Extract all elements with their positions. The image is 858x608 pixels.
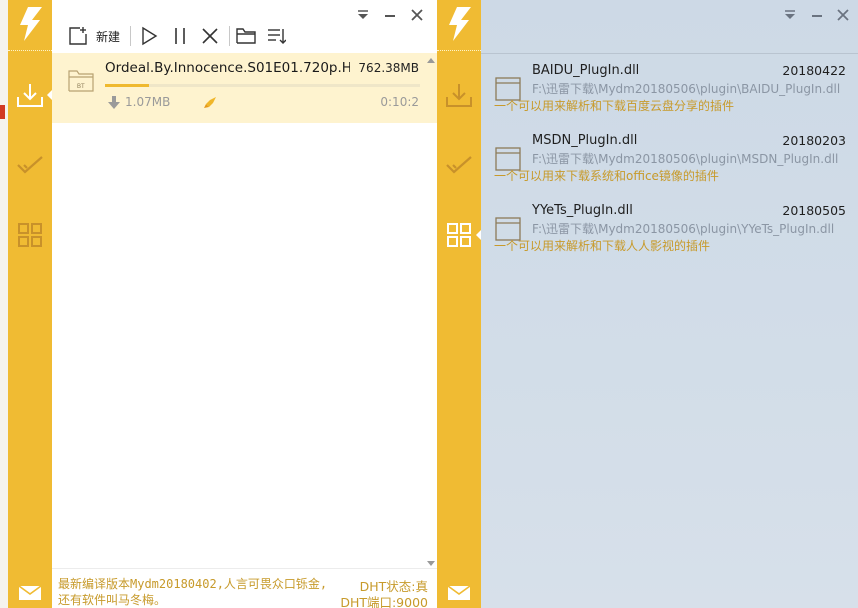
download-speed: 1.07MB [125, 95, 171, 109]
scroll-up-icon[interactable] [427, 58, 435, 63]
plugin-date: 20180422 [782, 63, 846, 78]
new-task-button[interactable]: 新建 [68, 24, 120, 48]
download-icon [446, 84, 472, 107]
toolbar-separator [229, 26, 230, 46]
sidebar-divider [8, 50, 52, 51]
delete-button[interactable] [200, 24, 220, 48]
plugin-name: MSDN_PlugIn.dll [532, 133, 638, 148]
sidebar-item-completed[interactable] [437, 143, 481, 187]
sidebar-item-completed[interactable] [8, 143, 52, 187]
toolbar: 新建 [52, 0, 437, 52]
dropdown-icon[interactable] [783, 8, 797, 22]
bt-file-icon: BT [68, 70, 94, 92]
plugin-name: YYeTs_PlugIn.dll [532, 203, 633, 218]
new-task-label: 新建 [96, 29, 121, 44]
background-window-edge [0, 0, 8, 608]
mail-icon[interactable] [18, 584, 42, 602]
download-file-name: Ordeal.By.Innocence.S01E01.720p.H... [105, 60, 350, 76]
sidebar-item-downloading[interactable] [8, 73, 53, 117]
plugin-description: 一个可以用来解析和下载百度云盘分享的插件 [494, 99, 735, 113]
background-window-mark [0, 105, 5, 119]
download-file-size: 762.38MB [358, 61, 419, 75]
sidebar-right [437, 0, 482, 608]
start-icon [142, 26, 158, 46]
download-time-remaining: 0:10:2 [380, 95, 419, 109]
grid-icon [18, 223, 42, 247]
rocket-icon[interactable] [204, 96, 217, 109]
sidebar-item-plugins[interactable] [8, 213, 52, 257]
checkmark-icon [17, 156, 43, 174]
sidebar-item-plugins[interactable] [437, 213, 482, 257]
download-window: 新建 BT Ordeal.By.Innocence.S01E01.720p.H.… [52, 0, 437, 608]
minimize-icon[interactable] [383, 8, 397, 22]
plugin-path: F:\迅雷下载\Mydm20180506\plugin\MSDN_PlugIn.… [532, 152, 839, 166]
status-message: 最新编译版本Mydm20180402,人言可畏众口铄金,还有软件叫马冬梅。 [58, 577, 328, 607]
start-button[interactable] [139, 24, 159, 48]
download-task-row[interactable]: BT Ordeal.By.Innocence.S01E01.720p.H... … [52, 53, 437, 123]
plugin-item-msdn[interactable]: MSDN_PlugIn.dll 20180203 F:\迅雷下载\Mydm201… [481, 131, 858, 195]
plugin-date: 20180203 [782, 133, 846, 148]
task-list-scrollbar[interactable] [424, 56, 437, 566]
minimize-icon[interactable] [810, 8, 824, 22]
grid-icon [447, 223, 471, 247]
plugin-panel: BAIDU_PlugIn.dll 20180422 F:\迅雷下载\Mydm20… [481, 0, 858, 608]
sidebar-left [8, 0, 53, 608]
plugin-item-yyets[interactable]: YYeTs_PlugIn.dll 20180505 F:\迅雷下载\Mydm20… [481, 201, 858, 265]
sort-button[interactable] [266, 24, 286, 48]
plugin-description: 一个可以用来解析和下载人人影视的插件 [494, 239, 711, 253]
sidebar-item-downloading[interactable] [437, 73, 481, 117]
plugin-description: 一个可以用来下载系统和office镜像的插件 [494, 169, 719, 183]
toolbar-separator [130, 26, 131, 46]
checkmark-icon [446, 156, 472, 174]
plugin-path: F:\迅雷下载\Mydm20180506\plugin\YYeTs_PlugIn… [532, 222, 835, 236]
arrow-down-icon [108, 96, 120, 109]
lightning-logo-icon [449, 7, 471, 41]
plugin-name: BAIDU_PlugIn.dll [532, 63, 640, 78]
close-icon[interactable] [836, 8, 850, 22]
plugin-list-divider [481, 53, 858, 54]
lightning-logo-icon [20, 7, 42, 41]
plugin-date: 20180505 [782, 203, 846, 218]
scroll-down-icon[interactable] [427, 561, 435, 566]
download-progress-fill [105, 84, 150, 87]
mail-icon[interactable] [447, 584, 471, 602]
bt-badge: BT [77, 84, 85, 90]
download-icon [17, 84, 43, 107]
open-folder-icon [236, 28, 256, 44]
sort-icon [268, 29, 286, 44]
dropdown-icon[interactable] [356, 8, 370, 22]
sidebar-divider [437, 50, 481, 51]
plugin-item-baidu[interactable]: BAIDU_PlugIn.dll 20180422 F:\迅雷下载\Mydm20… [481, 61, 858, 125]
open-folder-button[interactable] [236, 24, 256, 48]
dht-port: DHT端口:9000 [340, 595, 428, 608]
pause-button[interactable] [170, 24, 190, 48]
new-task-icon [69, 27, 87, 45]
status-bar: 最新编译版本Mydm20180402,人言可畏众口铄金,还有软件叫马冬梅。 DH… [52, 568, 437, 608]
close-icon[interactable] [410, 8, 424, 22]
plugin-path: F:\迅雷下载\Mydm20180506\plugin\BAIDU_PlugIn… [532, 82, 841, 96]
delete-icon [202, 28, 218, 44]
download-progress-bar [105, 84, 420, 87]
pause-icon [175, 28, 185, 44]
